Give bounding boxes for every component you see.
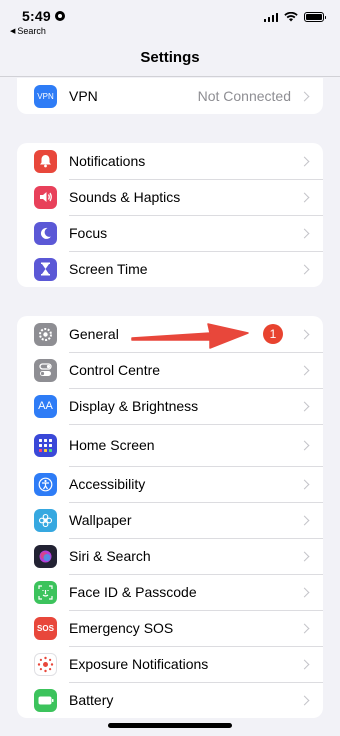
toggles-icon (34, 358, 57, 382)
chevron-right-icon (299, 365, 310, 375)
battery-status-icon (304, 12, 326, 22)
row-label: Notifications (69, 153, 146, 169)
row-label: Home Screen (69, 437, 155, 453)
display-icon: AA (34, 394, 57, 418)
chevron-right-icon (299, 329, 310, 339)
settings-row-emergency-sos[interactable]: SOS Emergency SOS (17, 610, 323, 646)
speaker-icon (34, 185, 57, 209)
settings-row-focus[interactable]: Focus (17, 215, 323, 251)
chevron-right-icon (299, 551, 310, 561)
moon-icon (34, 221, 57, 245)
chevron-right-icon (299, 515, 310, 525)
grid-icon (34, 433, 57, 457)
row-label: Battery (69, 692, 114, 708)
settings-row-home-screen[interactable]: Home Screen (17, 424, 323, 466)
settings-row-face-id-passcode[interactable]: Face ID & Passcode (17, 574, 323, 610)
chevron-right-icon (299, 623, 310, 633)
row-label: Accessibility (69, 476, 146, 492)
row-label: Siri & Search (69, 548, 151, 564)
settings-row-wallpaper[interactable]: Wallpaper (17, 502, 323, 538)
battery-icon (34, 688, 57, 712)
settings-row-display-brightness[interactable]: AA Display & Brightness (17, 388, 323, 424)
settings-row-control-centre[interactable]: Control Centre (17, 352, 323, 388)
notifications-group: Notifications Sounds & Haptics Focus Scr… (17, 143, 323, 287)
chevron-right-icon (299, 264, 310, 274)
vpn-group: VPN VPN Not Connected (17, 78, 323, 114)
chevron-right-icon (299, 192, 310, 202)
status-bar: 5:49 ◀ Search (0, 0, 340, 38)
chevron-right-icon (299, 228, 310, 238)
settings-row-siri-search[interactable]: Siri & Search (17, 538, 323, 574)
chevron-right-icon (299, 479, 310, 489)
clock: 5:49 (22, 8, 51, 24)
vpn-status-value: Not Connected (197, 88, 291, 104)
chevron-right-icon (299, 440, 310, 450)
bell-icon (34, 149, 57, 173)
cellular-signal-icon (263, 12, 278, 22)
wifi-icon (284, 12, 298, 22)
annotation-arrow-icon (131, 323, 249, 349)
chevron-right-icon (299, 156, 310, 166)
chevron-right-icon (299, 587, 310, 597)
row-label: Face ID & Passcode (69, 584, 197, 600)
row-label: Exposure Notifications (69, 656, 209, 672)
settings-row-accessibility[interactable]: Accessibility (17, 466, 323, 502)
chevron-right-icon (299, 659, 310, 669)
back-label: Search (17, 26, 46, 36)
update-badge: 1 (263, 324, 283, 344)
general-group: General 1 Control Centre AA Display & Br… (17, 316, 323, 718)
row-label: Sounds & Haptics (69, 189, 181, 205)
back-to-search-button[interactable]: ◀ Search (10, 26, 46, 36)
row-label: Screen Time (69, 261, 148, 277)
row-label: Control Centre (69, 362, 161, 378)
face-id-icon (34, 580, 57, 604)
chevron-right-icon (299, 695, 310, 705)
location-icon (54, 11, 65, 21)
exposure-icon (34, 652, 57, 676)
row-label: VPN (69, 88, 98, 104)
settings-row-sounds-haptics[interactable]: Sounds & Haptics (17, 179, 323, 215)
nav-divider (0, 76, 340, 77)
row-label: General (69, 326, 119, 342)
settings-row-screen-time[interactable]: Screen Time (17, 251, 323, 287)
settings-row-notifications[interactable]: Notifications (17, 143, 323, 179)
vpn-icon: VPN (34, 84, 57, 108)
siri-icon (34, 544, 57, 568)
row-label: Display & Brightness (69, 398, 199, 414)
page-title: Settings (140, 49, 200, 66)
accessibility-icon (34, 472, 57, 496)
chevron-right-icon (299, 401, 310, 411)
row-label: Wallpaper (69, 512, 132, 528)
home-indicator[interactable] (108, 723, 232, 728)
status-time: 5:49 (22, 8, 65, 24)
settings-row-vpn[interactable]: VPN VPN Not Connected (17, 78, 323, 114)
status-indicators (263, 12, 326, 22)
back-triangle-icon: ◀ (10, 28, 16, 35)
flower-icon (34, 508, 57, 532)
row-label: Emergency SOS (69, 620, 174, 636)
sos-icon: SOS (34, 616, 57, 640)
hourglass-icon (34, 257, 57, 281)
gear-icon (34, 322, 57, 346)
row-label: Focus (69, 225, 108, 241)
settings-row-exposure-notifications[interactable]: Exposure Notifications (17, 646, 323, 682)
chevron-right-icon (299, 91, 310, 101)
settings-row-battery[interactable]: Battery (17, 682, 323, 718)
